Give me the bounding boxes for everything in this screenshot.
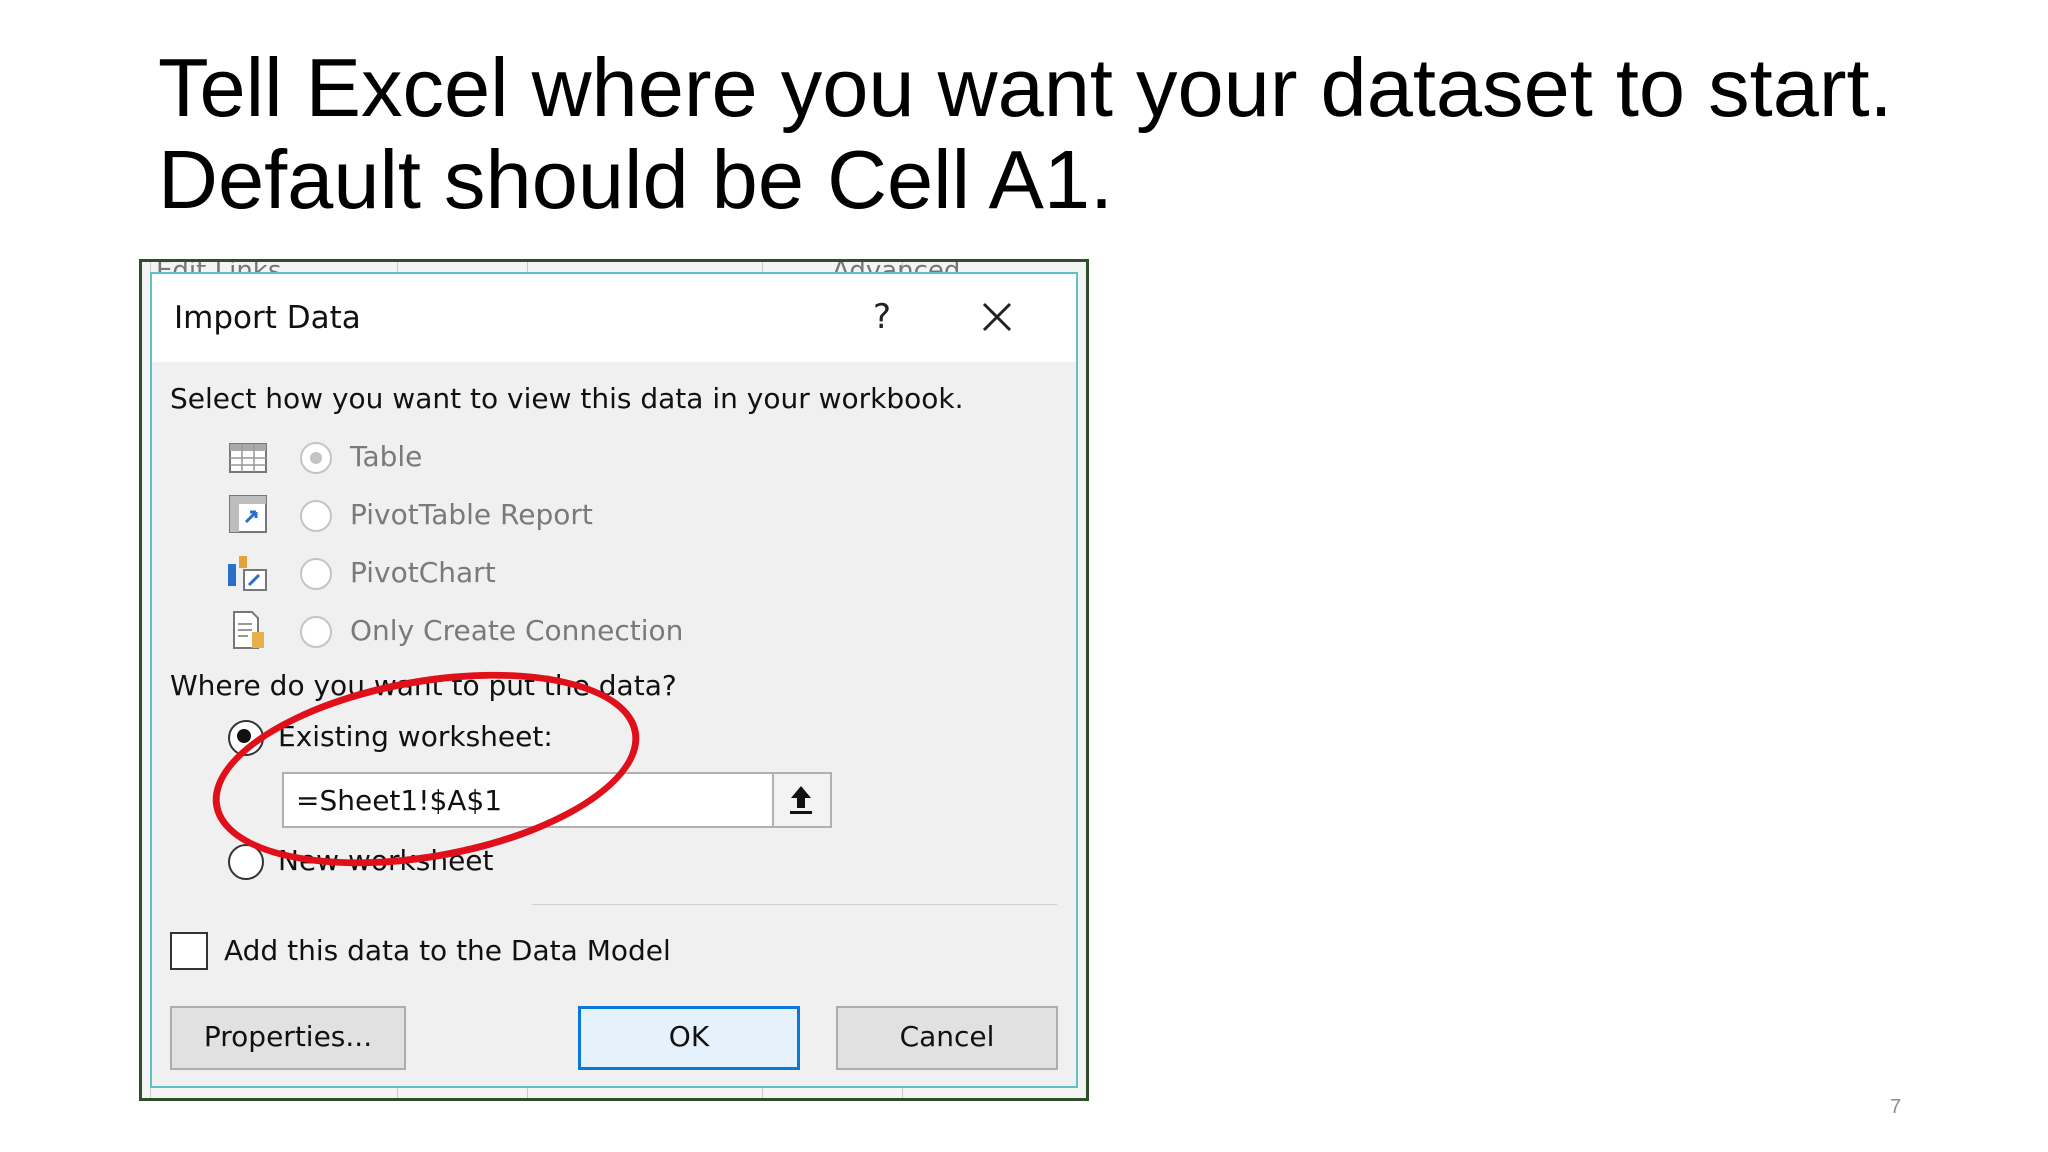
arrow-up-icon <box>790 786 812 814</box>
import-data-dialog: Import Data ? Select how you want to vie… <box>150 272 1078 1088</box>
pivottable-option-label: PivotTable Report <box>350 498 593 531</box>
cancel-button[interactable]: Cancel <box>836 1006 1058 1070</box>
view-prompt: Select how you want to view this data in… <box>170 382 964 415</box>
location-prompt: Where do you want to put the data? <box>170 669 677 702</box>
connection-option-label: Only Create Connection <box>350 614 684 647</box>
ok-button[interactable]: OK <box>578 1006 800 1070</box>
slide-number: 7 <box>1890 1096 1902 1118</box>
cell-reference-input[interactable] <box>284 774 794 826</box>
properties-button[interactable]: Properties... <box>170 1006 406 1070</box>
data-model-label: Add this data to the Data Model <box>224 934 671 967</box>
dialog-titlebar: Import Data ? <box>152 274 1076 362</box>
separator <box>532 904 1057 905</box>
collapse-dialog-button[interactable] <box>772 774 830 826</box>
pivotchart-option-label: PivotChart <box>350 556 496 589</box>
pivotchart-icon <box>228 556 267 591</box>
new-worksheet-label: New worksheet <box>278 844 494 877</box>
screenshot-frame: Edit Links Advanced Import Data ? Select… <box>139 259 1089 1101</box>
close-button[interactable] <box>972 292 1022 342</box>
slide-title: Tell Excel where you want your dataset t… <box>158 41 1893 226</box>
table-radio[interactable] <box>300 442 332 474</box>
cell-reference-box <box>282 772 832 828</box>
table-option-label: Table <box>350 440 423 473</box>
connection-radio[interactable] <box>300 616 332 648</box>
existing-worksheet-radio[interactable] <box>228 720 264 756</box>
dialog-title: Import Data <box>174 300 361 336</box>
connection-icon <box>233 611 264 649</box>
pivotchart-radio[interactable] <box>300 558 332 590</box>
pivottable-radio[interactable] <box>300 500 332 532</box>
close-icon <box>982 302 1012 332</box>
new-worksheet-radio[interactable] <box>228 844 264 880</box>
pivottable-icon <box>229 495 267 533</box>
data-model-checkbox[interactable] <box>170 932 208 970</box>
table-icon <box>229 443 267 473</box>
existing-worksheet-label: Existing worksheet: <box>278 720 553 753</box>
help-button[interactable]: ? <box>857 292 907 342</box>
